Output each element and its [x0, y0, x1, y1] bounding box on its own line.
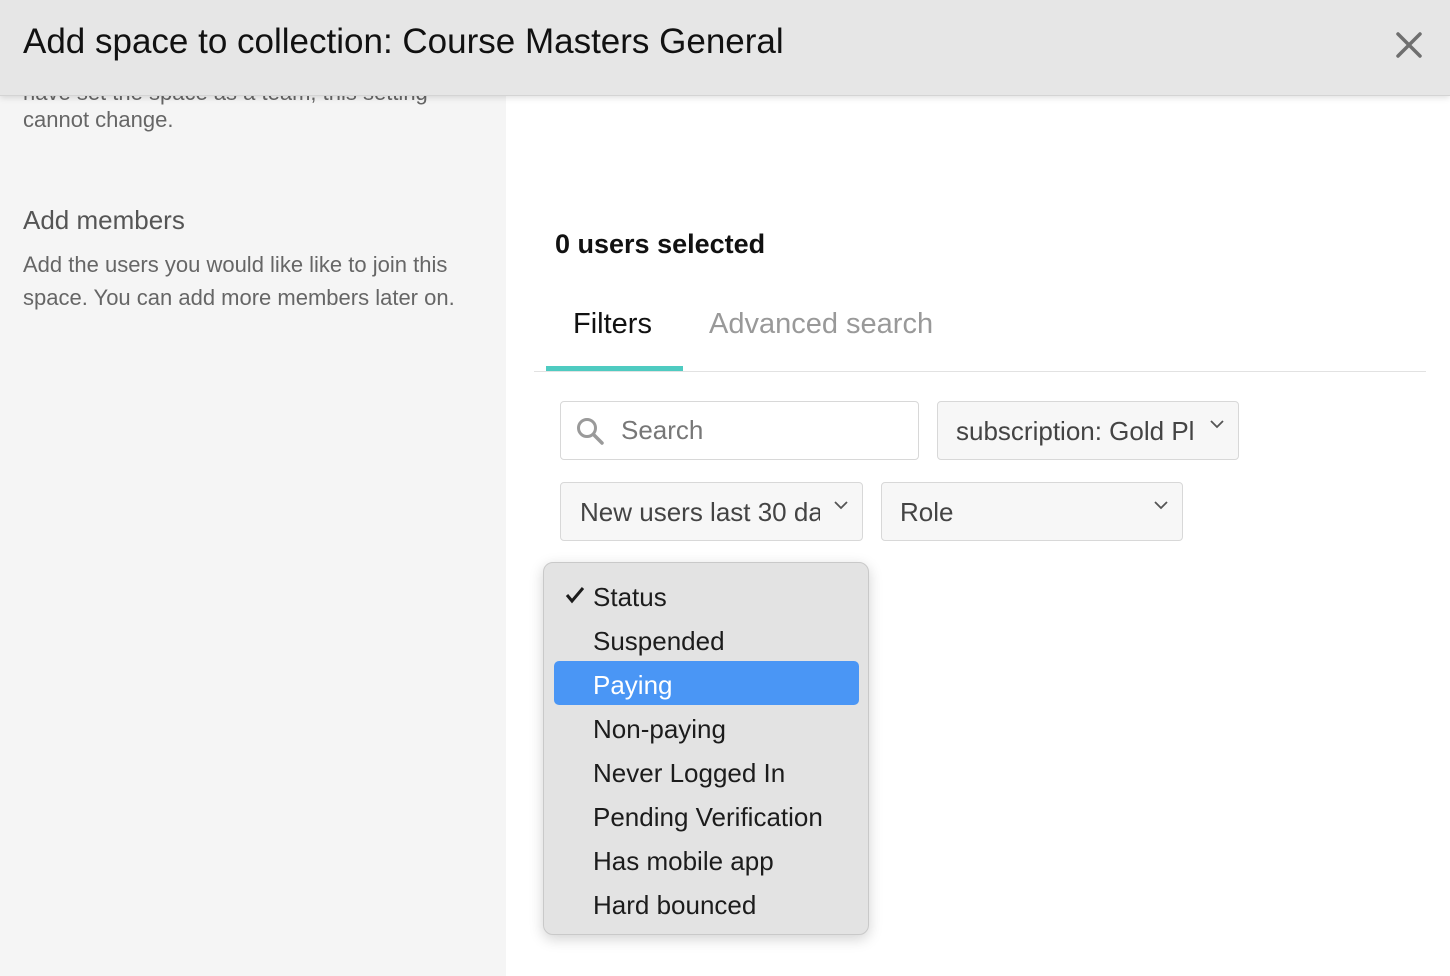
- dropdown-option[interactable]: Hard bounced: [554, 881, 859, 925]
- dialog-header: Add space to collection: Course Masters …: [0, 0, 1450, 96]
- dropdown-option[interactable]: Pending Verification: [554, 793, 859, 837]
- selected-count: 0 users selected: [555, 229, 766, 259]
- dropdown-option-label: Paying: [593, 670, 673, 700]
- new-users-select-value: New users last 30 days: [580, 497, 820, 527]
- chevron-down-icon: [1154, 501, 1168, 510]
- dialog-title: Add space to collection: Course Masters …: [23, 22, 784, 61]
- chevron-down-icon: [1210, 420, 1224, 429]
- dropdown-option-label: Has mobile app: [593, 846, 774, 876]
- tab-filters[interactable]: Filters: [573, 308, 652, 341]
- dropdown-option-label: Status: [593, 582, 667, 612]
- dropdown-option[interactable]: Never Logged In: [554, 749, 859, 793]
- dropdown-option[interactable]: Suspended: [554, 617, 859, 661]
- chevron-down-icon: [834, 501, 848, 510]
- new-users-select[interactable]: New users last 30 days: [560, 482, 863, 541]
- subscription-select[interactable]: subscription: Gold Plan: [937, 401, 1239, 460]
- dropdown-option[interactable]: Status: [554, 573, 859, 617]
- tab-bar: Filters Advanced search: [534, 300, 1426, 372]
- search-icon: [577, 418, 604, 445]
- section-heading: Add members: [23, 205, 185, 235]
- active-tab-indicator: [546, 366, 683, 371]
- dropdown-option-label: Pending Verification: [593, 802, 823, 832]
- role-select[interactable]: Role: [881, 482, 1183, 541]
- dropdown-option[interactable]: Non-paying: [554, 705, 859, 749]
- dropdown-option-label: Non-paying: [593, 714, 726, 744]
- search-input[interactable]: [619, 402, 909, 459]
- tab-advanced-search[interactable]: Advanced search: [709, 308, 933, 341]
- left-panel: have set the space as a team, this setti…: [0, 0, 506, 976]
- dropdown-option-label: Never Logged In: [593, 758, 786, 788]
- search-field[interactable]: [560, 401, 919, 460]
- checkmark-icon: [565, 587, 585, 604]
- role-select-value: Role: [900, 497, 954, 527]
- status-dropdown-menu: Status Suspended Paying Non-paying Never Log…: [543, 562, 869, 935]
- close-button[interactable]: [1390, 26, 1428, 64]
- section-description: Add the users you would like like to joi…: [23, 252, 455, 310]
- dropdown-option-label: Suspended: [593, 626, 725, 656]
- cut-text: cannot change.: [23, 107, 174, 132]
- dropdown-option[interactable]: Paying: [554, 661, 859, 705]
- subscription-select-value: subscription: Gold Plan: [956, 416, 1194, 446]
- dropdown-option[interactable]: Has mobile app: [554, 837, 859, 881]
- dropdown-option-label: Hard bounced: [593, 890, 757, 920]
- close-icon: [1396, 32, 1422, 58]
